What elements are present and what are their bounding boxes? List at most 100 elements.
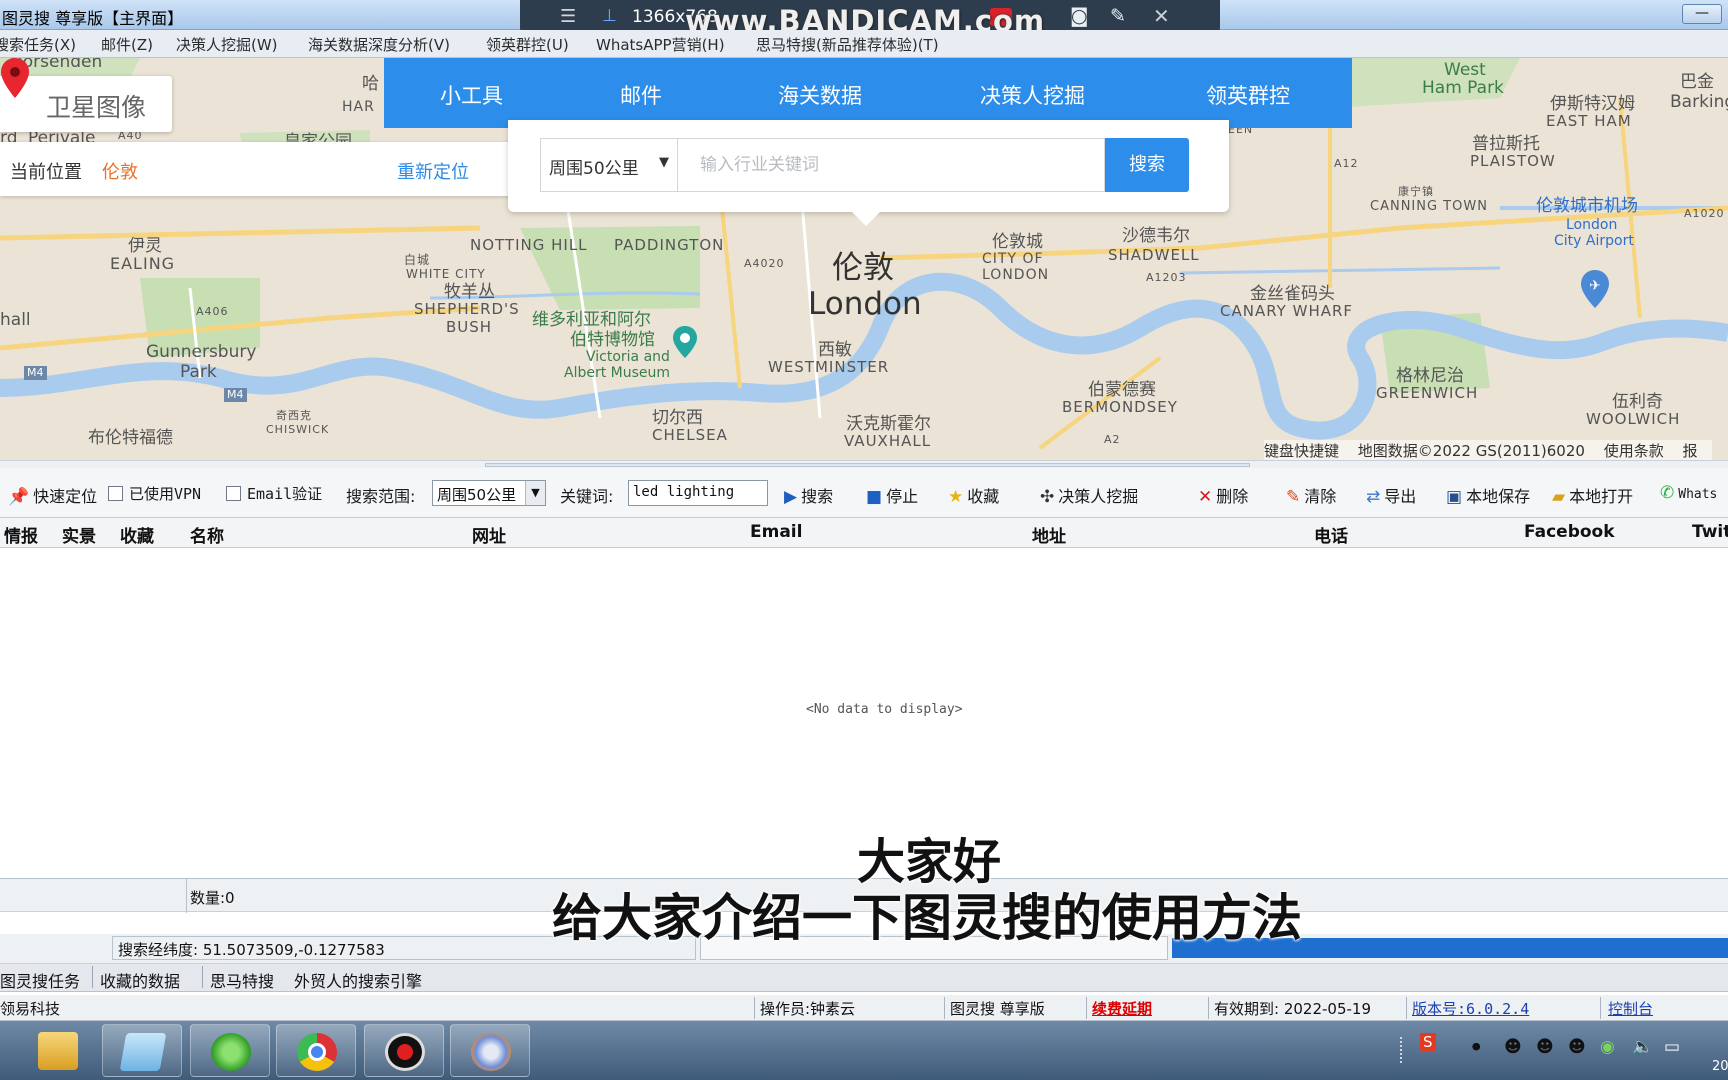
menu-item-decision-maker[interactable]: 决策人挖掘(W) [176,34,278,55]
chrome-icon[interactable] [276,1024,356,1077]
console-link[interactable]: 控制台 [1608,998,1653,1019]
decision-maker-button[interactable]: ✣ 决策人挖掘 [1040,483,1138,507]
play-icon: ▶ [784,487,798,507]
bottom-tabs: 图灵搜任务 收藏的数据 思马特搜 外贸人的搜索引擎 [0,964,1728,992]
clear-button[interactable]: ✎ 清除 [1286,483,1336,507]
checkbox-box[interactable] [108,486,123,501]
tab-decision-maker[interactable]: 决策人挖掘 [980,80,1085,110]
favorite-label: 收藏 [967,487,1000,506]
column-header[interactable]: Email [750,522,802,542]
triangle-down-icon[interactable]: ▼ [525,481,545,505]
menu-item-customs[interactable]: 海关数据深度分析(V) [308,34,450,55]
column-header[interactable]: Facebook [1524,522,1615,542]
export-label: 导出 [1384,487,1417,506]
file-explorer-icon[interactable] [18,1024,98,1077]
menu-icon[interactable]: ☰ [560,6,576,27]
save-local-button[interactable]: ▣ 本地保存 [1446,483,1530,507]
tab-saved-data[interactable]: 收藏的数据 [100,968,180,992]
relocate-link[interactable]: 重新定位 [397,158,469,184]
qq-icon[interactable]: ☻ [1536,1037,1554,1057]
splitter-grip[interactable] [485,463,1250,467]
qq-icon[interactable]: ☻ [1568,1037,1586,1057]
refresh-tray-icon[interactable]: ◉ [1600,1037,1615,1057]
record-tray-icon[interactable]: ⏺ [1472,1037,1481,1057]
chrome-glyph [297,1033,337,1071]
close-icon[interactable]: ✕ [1153,4,1170,28]
pencil-icon[interactable]: ✎ [1110,5,1126,27]
volume-icon[interactable]: 🔈 [1632,1037,1653,1057]
keyword-input[interactable]: led lighting [628,480,768,506]
divider [944,997,945,1019]
column-header[interactable]: 情报 [4,522,38,547]
search-toolbar-button[interactable]: ▶ 搜索 [784,483,833,507]
delete-button[interactable]: ✕ 删除 [1198,483,1248,507]
map-label: London [808,286,922,322]
network-tray-icon[interactable]: ▭ [1664,1037,1680,1057]
checkbox-box[interactable] [226,486,241,501]
map-view[interactable]: Horsenden rd Perivale 哈 HAR 皇家公园 A40 伊灵 … [0,58,1728,460]
tab-tools[interactable]: 小工具 [440,80,503,110]
map-label: Gunnersbury [146,342,257,362]
notepad-glyph [119,1033,167,1071]
record-glyph [385,1033,425,1071]
notepad-icon[interactable] [102,1024,182,1077]
camera-icon[interactable]: ◙ [1070,5,1088,27]
tab-smart-search[interactable]: 思马特搜 [210,968,274,992]
range-combo[interactable]: 周围50公里 ▼ [432,480,546,506]
whatsapp-button[interactable]: ✆ Whats [1660,483,1717,503]
delete-icon: ✕ [1198,487,1213,507]
divider [1208,997,1209,1019]
column-header[interactable]: 电话 [1314,522,1348,547]
menu-item-search-task[interactable]: 搜索任务(X) [0,34,76,55]
column-header[interactable]: 网址 [472,522,506,547]
qq-icon[interactable]: ☻ [1504,1037,1522,1057]
map-label: SHEPHERD'S [414,300,520,318]
tab-mail[interactable]: 邮件 [620,80,662,110]
panel-splitter[interactable] [0,460,1728,468]
tab-customs[interactable]: 海关数据 [778,80,862,110]
sogou-ime-icon[interactable]: S [1420,1033,1436,1051]
renew-link[interactable]: 续费延期 [1092,998,1152,1019]
museum-icon [673,326,697,358]
terms-link[interactable]: 使用条款 [1604,442,1664,460]
report-link[interactable]: 报 [1683,442,1698,460]
map-label: NOTTING HILL [470,236,588,254]
menu-item-smart-search[interactable]: 思马特搜(新品推荐体验)(T) [756,34,939,55]
tab-tuling-tasks[interactable]: 图灵搜任务 [0,968,80,992]
range-select[interactable]: 周围50公里 ▼ [540,138,678,192]
column-header[interactable]: 实景 [62,522,96,547]
stop-button[interactable]: ■ 停止 [866,483,918,507]
search-button[interactable]: 搜索 [1105,138,1189,192]
vpn-checkbox[interactable]: 已使用VPN [108,483,201,504]
quick-locate-button[interactable]: 📌 快速定位 [8,483,97,507]
map-label: 维多利亚和阿尔 [532,310,651,330]
record-app-icon[interactable] [364,1024,444,1077]
folder-glyph [38,1032,78,1070]
map-label: A4020 [744,257,785,270]
current-location-label: 当前位置 [10,162,82,183]
export-button[interactable]: ⇄ 导出 [1366,483,1416,507]
keyword-search-input[interactable] [678,138,1105,192]
column-header[interactable]: Twit [1692,522,1728,542]
menu-item-linkedin[interactable]: 领英群控(U) [486,34,569,55]
tab-trade-search-engine[interactable]: 外贸人的搜索引擎 [294,968,422,992]
map-label: London [1566,217,1618,233]
column-header[interactable]: 地址 [1032,522,1066,547]
keyboard-shortcuts-link[interactable]: 键盘快捷键 [1264,442,1339,460]
column-header[interactable]: 名称 [190,522,224,547]
email-verify-checkbox[interactable]: Email验证 [226,483,322,504]
results-toolbar: 📌 快速定位 已使用VPN Email验证 搜索范围: 周围50公里 ▼ 关键词:… [0,468,1728,518]
minimize-button[interactable]: — [1682,4,1722,24]
pin-icon[interactable]: ⊥ [602,6,617,26]
menu-item-mail[interactable]: 邮件(Z) [101,34,153,55]
version-link[interactable]: 版本号:6.0.2.4 [1412,998,1529,1019]
favorite-button[interactable]: ★ 收藏 [948,483,999,507]
refresh-app-icon[interactable] [190,1024,270,1077]
tab-linkedin[interactable]: 领英群控 [1206,80,1290,110]
open-local-button[interactable]: ▰ 本地打开 [1552,483,1633,507]
browser-app-icon[interactable] [450,1024,530,1077]
column-header[interactable]: 收藏 [120,522,154,547]
map-label: 伯特博物馆 [570,330,655,350]
map-label: WOOLWICH [1586,410,1681,428]
menu-item-whatsapp[interactable]: WhatsAPP营销(H) [596,34,725,55]
